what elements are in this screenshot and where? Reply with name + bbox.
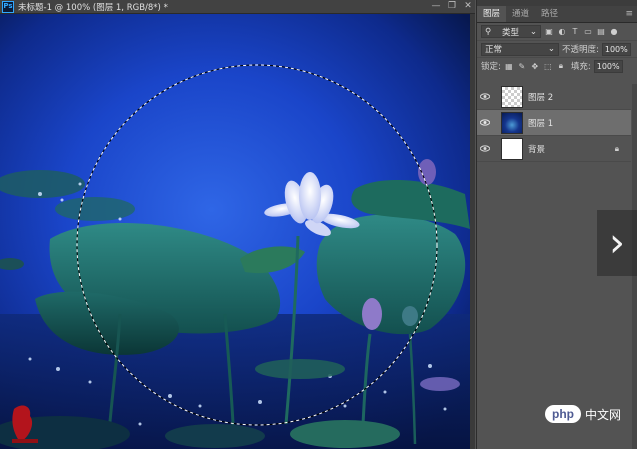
lock-label: 锁定: <box>481 62 501 72</box>
filter-kind-label: 类型 <box>502 27 520 38</box>
smart-object-filter-icon[interactable]: ▤ <box>596 27 606 37</box>
document-canvas[interactable] <box>0 14 470 449</box>
visibility-eye-icon[interactable] <box>477 93 493 100</box>
lock-all-icon[interactable]: 🔒︎ <box>556 61 566 71</box>
image-filter-icon[interactable]: ▣ <box>544 27 554 37</box>
restore-icon[interactable]: ❐ <box>447 1 457 11</box>
photoshop-window: Ps 未标题-1 @ 100% (图层 1, RGB/8*) * — ❐ ✕ 图… <box>0 0 637 449</box>
chevron-down-icon: ⌄ <box>529 26 537 37</box>
watermark-php-logo: php <box>545 405 581 423</box>
lotus-photo <box>0 14 470 449</box>
layer-row-selected[interactable]: 图层 1 <box>477 110 631 136</box>
lock-icon: 🔒︎ <box>614 143 619 153</box>
shape-filter-icon[interactable]: ▭ <box>583 27 593 37</box>
visibility-eye-icon[interactable] <box>477 145 493 152</box>
layer-thumbnail <box>501 85 523 108</box>
fill-input[interactable]: 100% <box>593 59 623 73</box>
layer-thumbnail <box>501 111 523 134</box>
document-title[interactable]: 未标题-1 @ 100% (图层 1, RGB/8*) * <box>18 1 168 13</box>
adjustment-filter-icon[interactable]: ◐ <box>557 27 567 37</box>
panel-tabs: 图层 通道 路径 ≡ <box>477 6 637 23</box>
lock-artboard-icon[interactable]: ⬚ <box>543 61 553 71</box>
minimize-icon[interactable]: — <box>431 1 441 11</box>
blend-mode-select[interactable]: 正常 ⌄ <box>481 42 559 56</box>
tab-layers[interactable]: 图层 <box>477 6 507 22</box>
opacity-label: 不透明度: <box>562 45 599 55</box>
opacity-input[interactable]: 100% <box>601 42 631 56</box>
layer-thumbnail <box>501 137 523 160</box>
chevron-down-icon: ⌄ <box>547 44 555 54</box>
watermark: php 中文网 <box>545 400 633 428</box>
fill-label: 填充: <box>570 62 591 72</box>
lock-fill-row: 锁定: ▦ ✎ ✥ ⬚ 🔒︎ 填充: 100% <box>477 57 637 74</box>
next-arrow-button[interactable]: › <box>597 210 637 276</box>
chevron-right-icon: › <box>609 220 625 266</box>
filter-toggle-icon[interactable]: ● <box>609 27 619 37</box>
visibility-eye-icon[interactable] <box>477 119 493 126</box>
layer-row[interactable]: 背景 🔒︎ <box>477 136 631 162</box>
layers-list: 图层 2 图层 1 背景 🔒︎ <box>477 84 631 162</box>
photoshop-logo-icon: Ps <box>2 0 14 13</box>
watermark-text: 中文网 <box>585 407 622 422</box>
tab-paths[interactable]: 路径 <box>535 6 564 22</box>
blend-mode-value: 正常 <box>485 45 503 55</box>
lock-position-icon[interactable]: ✥ <box>530 61 540 71</box>
layer-name[interactable]: 图层 1 <box>528 117 553 129</box>
lock-transparent-icon[interactable]: ▦ <box>504 61 514 71</box>
lock-image-icon[interactable]: ✎ <box>517 61 527 71</box>
blend-opacity-row: 正常 ⌄ 不透明度: 100% <box>477 40 637 57</box>
filter-kind-select[interactable]: ⚲ 类型 ⌄ <box>481 25 541 38</box>
canvas-vertical-scrollbar[interactable] <box>470 14 475 449</box>
document-tab[interactable]: Ps 未标题-1 @ 100% (图层 1, RGB/8*) * — ❐ ✕ <box>0 0 475 14</box>
window-buttons: — ❐ ✕ <box>431 1 473 11</box>
close-icon[interactable]: ✕ <box>463 1 473 11</box>
layer-name[interactable]: 图层 2 <box>528 91 553 103</box>
layer-name[interactable]: 背景 <box>528 143 545 155</box>
panel-menu-icon[interactable]: ≡ <box>625 6 637 22</box>
type-filter-icon[interactable]: T <box>570 27 580 37</box>
tab-channels[interactable]: 通道 <box>506 6 535 22</box>
layer-filter-row: ⚲ 类型 ⌄ ▣ ◐ T ▭ ▤ ● <box>477 23 637 40</box>
layer-row[interactable]: 图层 2 <box>477 84 631 110</box>
search-icon: ⚲ <box>485 26 492 37</box>
